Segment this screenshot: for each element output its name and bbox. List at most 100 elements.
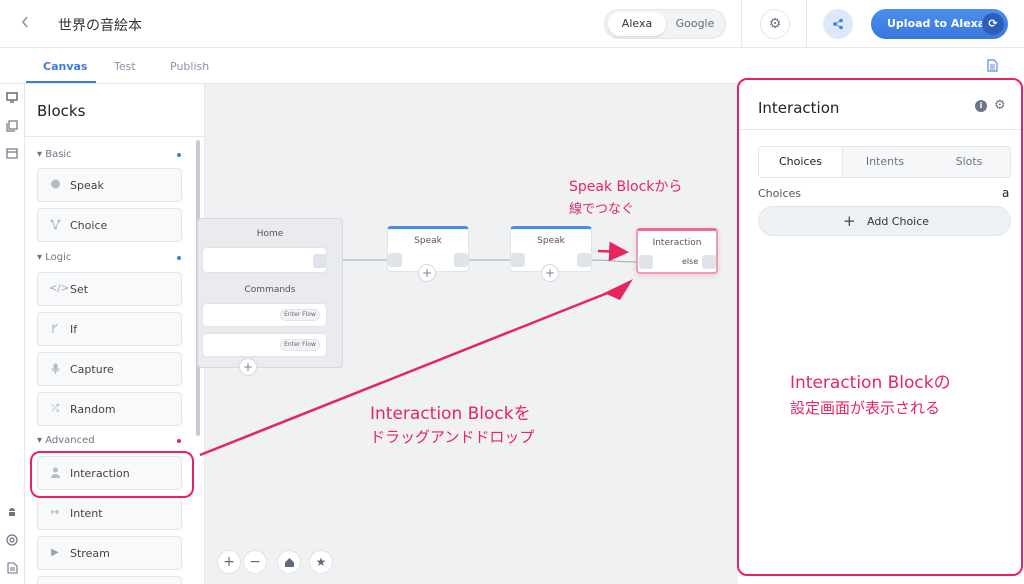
document-icon[interactable] [987,59,999,73]
block-label: If [70,323,78,336]
microphone-icon [49,363,61,375]
add-block-button[interactable]: + [418,264,436,282]
commands-label: Commands [244,285,296,295]
android-icon[interactable] [5,506,19,520]
platform-option-google[interactable]: Google [666,12,724,36]
command-row: Enter Flow [202,303,327,327]
chevron-left-icon [21,16,28,28]
library-icon[interactable] [5,120,19,134]
block-capture[interactable]: Capture [37,352,182,386]
zoom-in-button[interactable]: + [217,550,241,574]
else-output-port[interactable] [702,255,716,269]
interaction-node-title: Interaction [652,238,702,248]
upload-label: Upload to Alexa [887,17,986,30]
block-if[interactable]: If [37,312,182,346]
block-label: Intent [70,507,103,520]
speak-node-title: Speak [414,236,442,246]
category-label: Basic [45,149,72,160]
block-set[interactable]: </> Set [37,272,182,306]
left-icon-rail [0,84,25,584]
annotation-panel-line2: 設定画面が表示される [790,399,941,417]
blocks-title: Blocks [37,102,86,120]
category-dot [177,153,181,157]
project-title: 世界の音絵本 [58,18,142,34]
zoom-in-icon: + [223,554,235,570]
sync-icon: ⟳ [982,13,1004,35]
code-icon: </> [49,283,70,294]
category-dot [177,439,181,443]
add-block-button[interactable]: + [541,264,559,282]
header-divider [741,0,742,48]
block-label: Random [70,403,116,416]
category-basic[interactable]: ▾ Basic [37,149,72,160]
header-divider [806,0,807,48]
active-tab-underline [26,81,96,83]
output-port[interactable] [454,253,468,267]
share-icon [833,18,843,30]
category-label: Advanced [45,435,95,446]
block-intent[interactable]: ↦ Intent [37,496,182,530]
command-row: Enter Flow [202,333,327,357]
block-more[interactable] [37,576,182,584]
monitor-icon[interactable] [5,92,19,106]
back-button[interactable] [20,14,38,34]
interaction-node[interactable]: Interaction else [636,228,718,274]
block-label: Capture [70,363,114,376]
zoom-out-button[interactable]: − [243,550,267,574]
annotation-panel-line1: Interaction Blockの [790,373,951,393]
category-advanced[interactable]: ▾ Advanced [37,435,95,446]
platform-option-alexa[interactable]: Alexa [608,12,666,36]
home-icon [284,558,294,567]
notes-icon[interactable] [5,562,19,576]
highlight-interaction-block [30,451,194,498]
input-port[interactable] [511,253,525,267]
output-port[interactable] [313,254,327,268]
zoom-out-icon: − [249,554,261,570]
enter-flow-button[interactable]: Enter Flow [280,309,320,321]
add-command-button[interactable]: + [239,358,257,376]
settings-button[interactable]: ⚙ [760,9,790,39]
annotation-connect-line1: Speak Blockから [569,179,683,195]
block-random[interactable]: ⤮ Random [37,392,182,426]
category-logic[interactable]: ▾ Logic [37,252,71,263]
enter-flow-button[interactable]: Enter Flow [280,339,320,351]
star-icon: ★ [315,555,327,569]
category-label: Logic [45,252,72,263]
platform-toggle[interactable]: Alexa Google [604,9,726,39]
help-ring-icon[interactable] [5,534,19,548]
tab-test[interactable]: Test [114,60,136,73]
play-icon: ▶ [51,547,59,558]
block-speak[interactable]: Speak [37,168,182,202]
window-icon[interactable] [5,148,19,162]
fork-icon [49,323,61,335]
annotation-drag-line2: ドラッグアンドドロップ [370,428,535,446]
favorites-button[interactable]: ★ [309,550,333,574]
block-label: Set [70,283,89,296]
upload-to-alexa-button[interactable]: Upload to Alexa ⟳ [871,9,1008,39]
arrow-into-icon: ↦ [50,507,60,518]
annotation-drag-line1: Interaction Blockを [370,404,531,424]
tab-canvas[interactable]: Canvas [43,60,87,73]
highlight-settings-panel [737,78,1023,576]
else-label: else [682,257,699,266]
home-view-button[interactable] [277,550,301,574]
block-label: Choice [70,219,108,232]
speak-node-title: Speak [537,236,565,246]
block-choice[interactable]: Choice [37,208,182,242]
shuffle-icon: ⤮ [51,403,59,414]
blocks-divider [25,136,205,137]
block-label: Stream [70,547,110,560]
block-stream[interactable]: ▶ Stream [37,536,182,570]
category-dot [177,256,181,260]
branch-icon [49,219,61,231]
home-node-row [202,247,327,273]
block-label: Speak [70,179,104,192]
home-node[interactable]: Home Commands Enter Flow Enter Flow [197,218,343,368]
home-node-title: Home [256,229,284,239]
input-port[interactable] [639,255,653,269]
share-button[interactable] [823,9,853,39]
output-port[interactable] [577,253,591,267]
tab-publish[interactable]: Publish [170,60,209,73]
input-port[interactable] [388,253,402,267]
flow-canvas[interactable]: Home Commands Enter Flow Enter Flow + Sp… [197,84,738,584]
